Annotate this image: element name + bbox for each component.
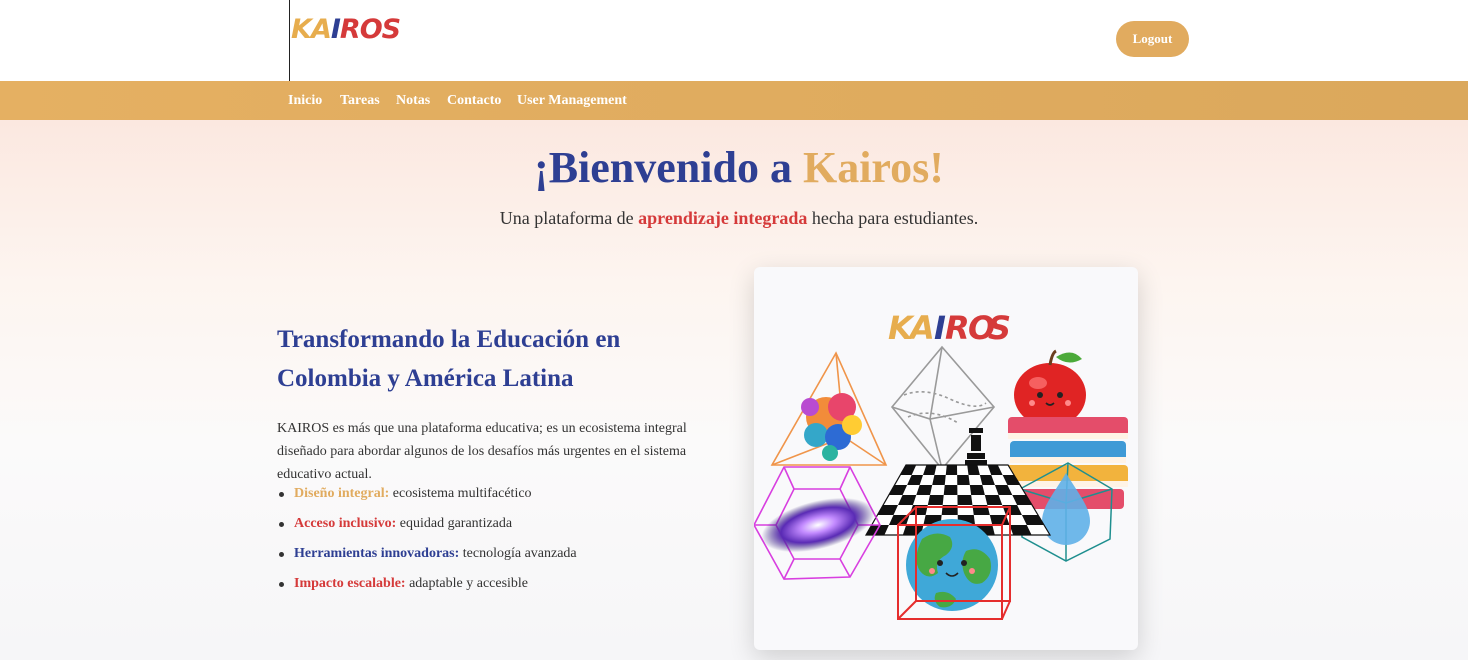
main-content: ¡Bienvenido a Kairos! Una plataforma de …	[0, 120, 1468, 660]
logo-letter: A	[907, 309, 935, 347]
site-header: KAIROS Logout	[0, 0, 1468, 81]
feature-label: Impacto escalable:	[294, 576, 406, 591]
logo-letter: S	[988, 309, 1011, 347]
kairos-illustration: K A I R O S	[754, 309, 1128, 620]
feature-text: equidad garantizada	[399, 516, 513, 531]
apple-icon	[1014, 349, 1086, 427]
logo-letter: S	[381, 14, 401, 45]
header-divider	[289, 0, 290, 81]
chessboard-square	[932, 475, 946, 485]
chessboard-square	[969, 485, 985, 495]
feature-item: Diseño integral: ecosistema multifacétic…	[277, 484, 577, 514]
logo-letter: R	[945, 309, 970, 347]
hero-subtitle-part1: Una plataforma de	[499, 208, 634, 228]
hero-subtitle: Una plataforma de aprendizaje integrada …	[0, 208, 1468, 229]
logo-letter: A	[310, 14, 332, 45]
feature-label: Herramientas innovadoras:	[294, 546, 460, 561]
nav-item-tareas[interactable]: Tareas	[340, 81, 380, 120]
main-nav: Inicio Tareas Notas Contacto User Manage…	[0, 81, 1468, 120]
nav-item-contacto[interactable]: Contacto	[447, 81, 501, 120]
logo-letter: R	[339, 14, 361, 45]
feature-item: Acceso inclusivo: equidad garantizada	[277, 514, 577, 544]
nav-item-inicio[interactable]: Inicio	[288, 81, 322, 120]
feature-label: Diseño integral:	[294, 486, 390, 501]
feature-text: adaptable y accesible	[409, 576, 529, 591]
feature-text: tecnología avanzada	[462, 546, 577, 561]
chessboard-square	[957, 495, 973, 505]
nav-item-user-management[interactable]: User Management	[517, 81, 627, 120]
logo-letter: I	[330, 14, 341, 45]
feature-list: Diseño integral: ecosistema multifacétic…	[277, 484, 577, 604]
bullet-icon	[279, 552, 284, 557]
feature-item: Impacto escalable: adaptable y accesible	[277, 574, 577, 604]
hero-subtitle-highlight: aprendizaje integrada	[638, 208, 808, 228]
earth-icon	[906, 519, 998, 611]
hero-title-part1: ¡Bienvenido a	[534, 143, 792, 192]
illustration-logo: K A I R O S	[888, 309, 1011, 347]
feature-item: Herramientas innovadoras: tecnología ava…	[277, 544, 577, 574]
feature-text: ecosistema multifacético	[392, 486, 532, 501]
galaxy-icon	[761, 497, 875, 553]
feature-label: Acceso inclusivo:	[294, 516, 397, 531]
nav-item-notas[interactable]: Notas	[396, 81, 430, 120]
chessboard-square	[957, 475, 970, 485]
illustration-card: K A I R O S	[754, 267, 1138, 650]
chess-rook-icon	[965, 428, 987, 465]
bullet-icon	[279, 492, 284, 497]
section-title: Transformando la Educación en Colombia y…	[277, 326, 621, 392]
section-description: KAIROS es más que una plataforma educati…	[277, 421, 687, 482]
chessboard-square	[945, 465, 958, 475]
hero-title: ¡Bienvenido a Kairos!	[0, 142, 1468, 194]
kairos-logo[interactable]: KAIROS	[291, 14, 401, 45]
logo-letter: K	[291, 14, 312, 45]
hero-title-part2: Kairos!	[802, 143, 944, 192]
hero-subtitle-part2: hecha para estudiantes.	[811, 208, 979, 228]
logo-letter: O	[359, 14, 383, 45]
chessboard-square	[927, 495, 944, 505]
bullet-icon	[279, 582, 284, 587]
logout-button[interactable]: Logout	[1116, 21, 1189, 57]
bullet-icon	[279, 522, 284, 527]
chessboard-square	[943, 485, 958, 495]
